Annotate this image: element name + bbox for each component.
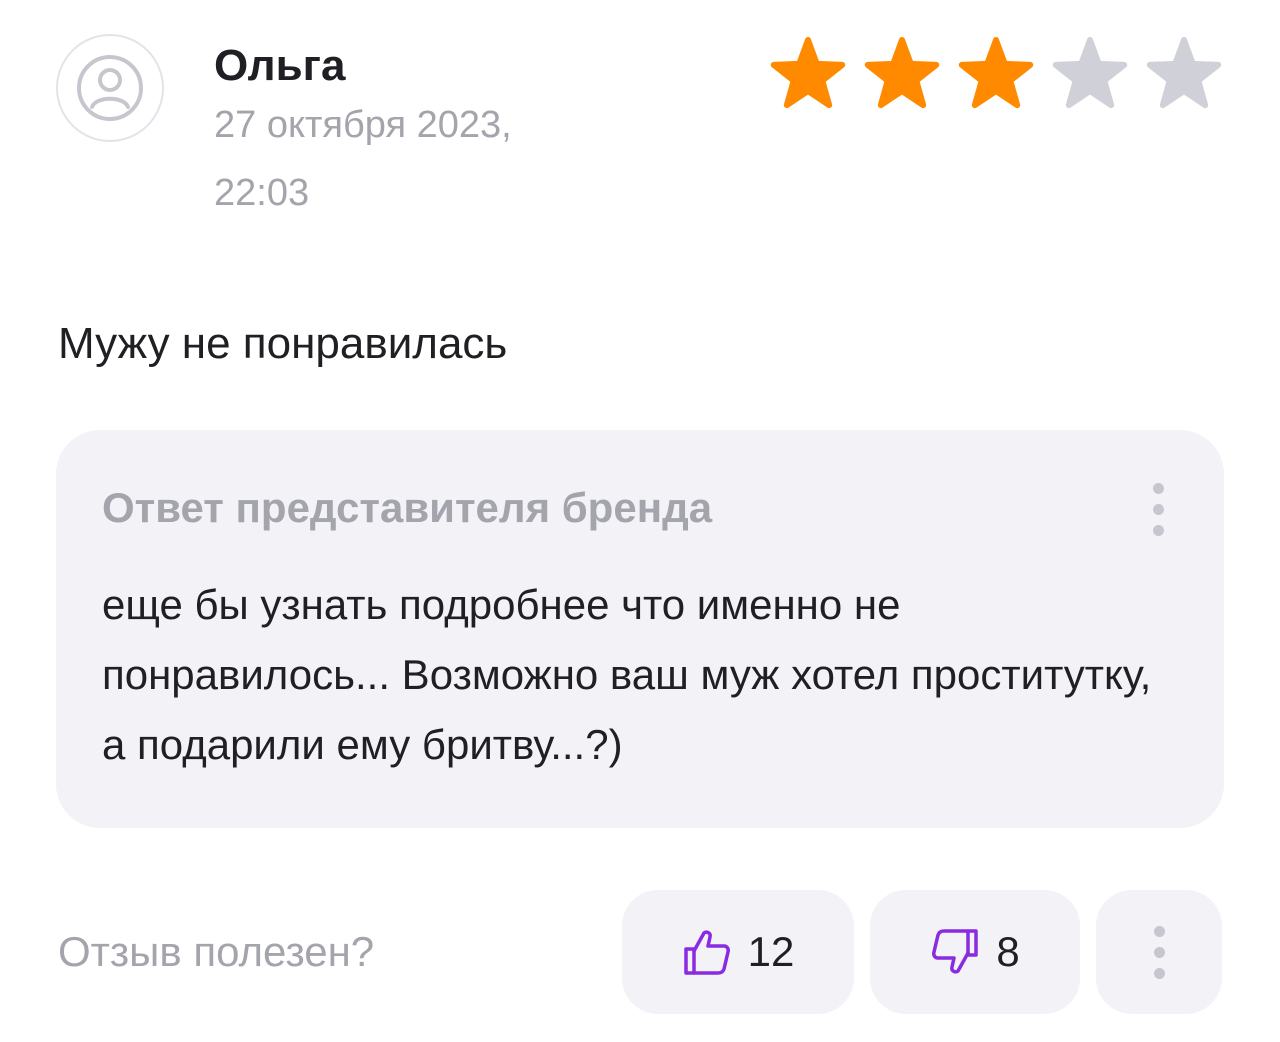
dislike-button[interactable]: 8 <box>870 890 1080 1014</box>
review-more-button[interactable] <box>1096 890 1222 1014</box>
thumbs-down-icon <box>932 929 979 974</box>
dot-icon <box>1153 925 1165 937</box>
like-count: 12 <box>747 928 795 975</box>
star-empty-icon <box>1052 37 1128 109</box>
star-rating <box>770 36 1222 112</box>
helpful-question: Отзыв полезен? <box>58 928 375 975</box>
dot-icon <box>1153 967 1165 979</box>
review-time: 22:03 <box>214 172 310 214</box>
like-button[interactable]: 12 <box>622 890 854 1014</box>
review-author: Ольга <box>214 41 346 90</box>
dislike-count: 8 <box>996 928 1020 975</box>
dot-icon <box>1152 482 1164 494</box>
brand-reply: Ответ представителя бренда еще бы узнать… <box>56 430 1224 828</box>
star-filled-icon <box>958 37 1034 109</box>
user-avatar-icon <box>77 55 143 121</box>
review-text: Мужу не понравилась <box>58 319 508 368</box>
avatar <box>56 34 164 142</box>
dot-icon <box>1152 503 1164 515</box>
brand-reply-title: Ответ представителя бренда <box>102 484 713 531</box>
star-empty-icon <box>1146 37 1222 109</box>
brand-reply-text: еще бы узнать подробнее что именно не по… <box>102 581 1152 768</box>
dot-icon <box>1153 946 1165 958</box>
thumbs-up-icon <box>683 930 730 975</box>
dot-icon <box>1152 524 1164 536</box>
review-date: 27 октября 2023, <box>214 104 512 146</box>
star-filled-icon <box>864 37 940 109</box>
brand-reply-menu-button[interactable] <box>1136 464 1180 554</box>
star-filled-icon <box>770 37 846 109</box>
